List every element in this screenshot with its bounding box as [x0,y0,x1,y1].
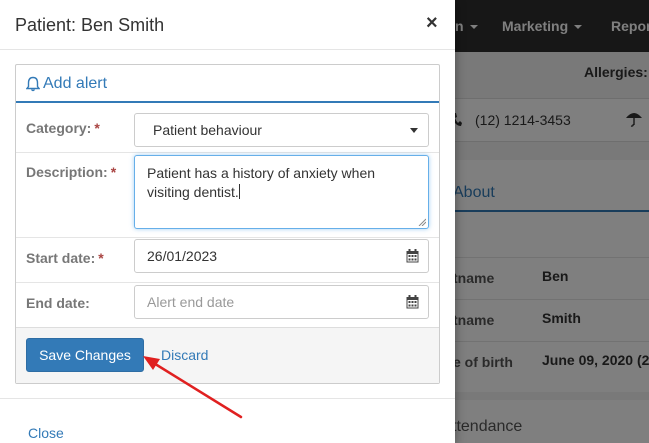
add-alert-panel: Add alert Category: * Patient behaviour D… [15,64,440,384]
resize-handle-icon[interactable] [418,218,426,226]
discard-link[interactable]: Discard [161,347,208,363]
start-date-value: 26/01/2023 [147,248,218,264]
end-date-placeholder: Alert end date [147,294,235,310]
end-date-input[interactable]: Alert end date [134,285,429,319]
form-row-category: Category: * Patient behaviour [16,105,439,153]
category-value: Patient behaviour [153,122,262,138]
form-row-description: Description: * Patient has a history of a… [16,153,439,238]
patient-modal: Patient: Ben Smith × Add alert Category:… [0,0,455,443]
end-date-label: End date: [26,295,90,311]
form-row-start-date: Start date: * 26/01/2023 [16,238,439,283]
description-value: Patient has a history of anxiety when vi… [147,165,376,200]
form-row-end-date: End date: Alert end date [16,283,439,327]
panel-title-text: Add alert [43,75,108,92]
calendar-icon[interactable] [406,295,419,309]
panel-header: Add alert [16,65,439,103]
text-cursor [238,184,240,199]
description-label: Description: * [26,164,117,180]
bell-icon [26,76,40,92]
close-icon[interactable]: × [426,12,438,35]
panel-title: Add alert [26,75,107,93]
modal-title: Patient: Ben Smith [15,15,165,35]
caret-down-icon [410,128,418,133]
save-changes-button[interactable]: Save Changes [26,338,144,372]
start-date-label: Start date: * [26,250,104,266]
category-select[interactable]: Patient behaviour [134,113,429,147]
category-label: Category: * [26,120,100,136]
modal-footer: Close [0,398,455,443]
calendar-icon[interactable] [406,249,419,263]
close-link[interactable]: Close [28,425,64,441]
modal-header: Patient: Ben Smith × [0,0,455,50]
start-date-input[interactable]: 26/01/2023 [134,239,429,273]
panel-footer: Save Changes Discard [16,327,439,383]
description-textarea[interactable]: Patient has a history of anxiety when vi… [134,155,429,229]
